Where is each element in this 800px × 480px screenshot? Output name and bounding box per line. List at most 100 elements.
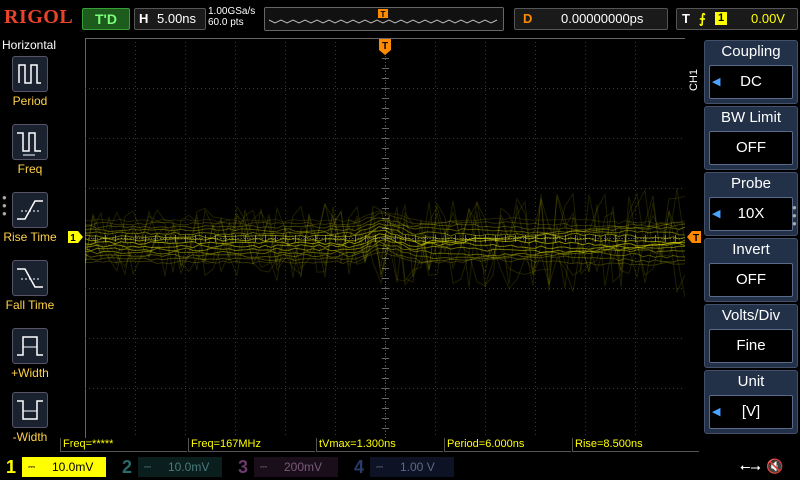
waveform-overview-icon: T bbox=[268, 9, 498, 24]
menu-page-dots: ● ● ● bbox=[792, 203, 797, 228]
trigger-level-value: 0.00V bbox=[751, 11, 785, 26]
channel-4-status[interactable]: 4 ⎓ 1.00 V bbox=[348, 454, 460, 480]
channel-2-status[interactable]: 2 ⎓ 10.0mV bbox=[116, 454, 228, 480]
trigger-label: T bbox=[682, 11, 690, 26]
channel-scale: ⎓ 200mV bbox=[254, 457, 338, 477]
waveform-display[interactable] bbox=[85, 38, 685, 438]
top-status-bar: RIGOL T'D H 5.00ns 1.00GSa/s 60.0 pts T … bbox=[0, 0, 800, 36]
channel-3-status[interactable]: 3 ⎓ 200mV bbox=[232, 454, 344, 480]
measure-freq-button[interactable]: Freq bbox=[0, 124, 60, 190]
ch1-offset-marker[interactable]: 1 bbox=[68, 231, 84, 243]
freq-label: Freq bbox=[17, 162, 43, 176]
bw-limit-title: BW Limit bbox=[721, 109, 781, 126]
measurement-item[interactable]: Freq=***** bbox=[60, 438, 187, 452]
probe-button[interactable]: Probe 10X ◀ bbox=[704, 172, 798, 236]
rigol-logo: RIGOL bbox=[4, 6, 74, 28]
probe-title: Probe bbox=[730, 175, 772, 192]
channel-number: 3 bbox=[237, 457, 248, 477]
horizontal-timebase[interactable]: H 5.00ns bbox=[134, 8, 206, 30]
rise-time-icon bbox=[12, 192, 48, 228]
rise-time-label: Rise Time bbox=[3, 230, 57, 244]
channel-scale: ⎓ 1.00 V bbox=[370, 457, 454, 477]
positive-width-label: +Width bbox=[11, 366, 49, 380]
trigger-level-marker[interactable]: T bbox=[686, 231, 702, 243]
coupling-title: Coupling bbox=[721, 43, 781, 60]
unit-title: Unit bbox=[737, 373, 765, 390]
fall-time-icon bbox=[12, 260, 48, 296]
coupling-dc-icon: ⎓ bbox=[144, 462, 152, 472]
channel-scale: ⎓ 10.0mV bbox=[138, 457, 222, 477]
rising-edge-icon: ⨍ bbox=[699, 11, 706, 26]
channel-number: 4 bbox=[353, 457, 364, 477]
coupling-dc-icon: ⎓ bbox=[260, 462, 268, 472]
measurement-item[interactable]: Period=6.000ns bbox=[444, 438, 571, 452]
svg-text:T: T bbox=[381, 10, 386, 19]
scale-value: 200mV bbox=[284, 460, 323, 474]
ch1-waveform bbox=[85, 188, 685, 298]
channel-status-bar: 1 ⎓ 10.0mV 2 ⎓ 10.0mV 3 ⎓ 200mV 4 ⎓ 1.00… bbox=[0, 454, 800, 480]
trigger-settings[interactable]: T ⨍ 1 0.00V bbox=[676, 8, 798, 30]
measure-fall-time-button[interactable]: Fall Time bbox=[0, 260, 60, 326]
unit-value: [V] bbox=[709, 395, 793, 429]
probe-value: 10X bbox=[709, 197, 793, 231]
sample-rate: 1.00GSa/s bbox=[208, 6, 256, 17]
measurement-item[interactable]: Rise=8.500ns bbox=[572, 438, 699, 452]
channel-number: 2 bbox=[121, 457, 132, 477]
negative-width-icon bbox=[12, 392, 48, 428]
ch1-marker-label: 1 bbox=[70, 233, 76, 243]
delay-value: 0.00000000ps bbox=[561, 11, 644, 26]
run-status-badge[interactable]: T'D bbox=[82, 8, 130, 30]
selector-arrow-icon: ◀ bbox=[712, 208, 721, 220]
volts-div-button[interactable]: Volts/Div Fine bbox=[704, 304, 798, 368]
trigger-marker-label: T bbox=[382, 41, 388, 52]
invert-button[interactable]: Invert OFF bbox=[704, 238, 798, 302]
volts-div-title: Volts/Div bbox=[721, 307, 781, 324]
coupling-dc-icon: ⎓ bbox=[376, 462, 384, 472]
horizontal-measure-menu: Horizontal Period Freq ● ● ● Rise Time Fal… bbox=[0, 36, 60, 454]
measure-positive-width-button[interactable]: +Width bbox=[0, 328, 60, 394]
delay-label: D bbox=[523, 11, 533, 26]
horizontal-label: H bbox=[139, 11, 149, 26]
bw-limit-button[interactable]: BW Limit OFF bbox=[704, 106, 798, 170]
sample-rate-info: 1.00GSa/s 60.0 pts bbox=[208, 6, 255, 28]
measure-negative-width-button[interactable]: -Width bbox=[0, 392, 60, 458]
measure-rise-time-button[interactable]: Rise Time bbox=[0, 192, 60, 258]
period-icon bbox=[12, 56, 48, 92]
positive-width-icon bbox=[12, 328, 48, 364]
mute-icon[interactable]: 🔇 bbox=[766, 458, 783, 475]
channel-number: 1 bbox=[5, 457, 16, 477]
channel-1-status[interactable]: 1 ⎓ 10.0mV bbox=[0, 454, 112, 480]
unit-button[interactable]: Unit [V] ◀ bbox=[704, 370, 798, 434]
usb-icon: ⭠⭢ bbox=[740, 459, 761, 474]
trigger-position-bar[interactable]: T bbox=[264, 7, 504, 31]
fall-time-label: Fall Time bbox=[5, 298, 55, 312]
trigger-source-badge: 1 bbox=[715, 12, 727, 25]
trigger-position-marker[interactable]: T bbox=[378, 38, 392, 56]
volts-div-value: Fine bbox=[709, 329, 793, 363]
scale-value: 10.0mV bbox=[52, 460, 94, 474]
scale-value: 10.0mV bbox=[168, 460, 210, 474]
invert-title: Invert bbox=[732, 241, 770, 258]
scale-value: 1.00 V bbox=[400, 460, 435, 474]
channel-scale: ⎓ 10.0mV bbox=[22, 457, 106, 477]
coupling-button[interactable]: Coupling DC ◀ bbox=[704, 40, 798, 104]
negative-width-label: -Width bbox=[12, 430, 48, 444]
trig-level-marker-label: T bbox=[693, 233, 699, 243]
measure-period-button[interactable]: Period bbox=[0, 56, 60, 122]
timebase-value: 5.00ns bbox=[157, 11, 197, 26]
delay-display[interactable]: D 0.00000000ps bbox=[514, 8, 668, 30]
memory-depth: 60.0 pts bbox=[208, 17, 244, 28]
measurement-item[interactable]: Freq=167MHz bbox=[188, 438, 315, 452]
bw-limit-value: OFF bbox=[709, 131, 793, 165]
measurement-item[interactable]: tVmax=1.300ns bbox=[316, 438, 443, 452]
freq-icon bbox=[12, 124, 48, 160]
invert-value: OFF bbox=[709, 263, 793, 297]
measurement-bar: Freq=***** Freq=167MHz tVmax=1.300ns Per… bbox=[60, 438, 800, 452]
selector-arrow-icon: ◀ bbox=[712, 406, 721, 418]
menu-title: Horizontal bbox=[2, 38, 57, 52]
coupling-dc-icon: ⎓ bbox=[28, 462, 36, 472]
selector-arrow-icon: ◀ bbox=[712, 76, 721, 88]
coupling-value: DC bbox=[709, 65, 793, 99]
period-label: Period bbox=[12, 94, 48, 108]
channel-menu-tab: CH1 bbox=[688, 69, 700, 92]
